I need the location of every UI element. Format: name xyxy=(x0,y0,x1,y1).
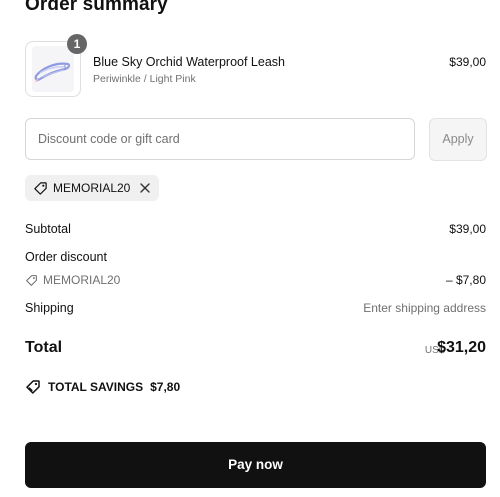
product-name: Blue Sky Orchid Waterproof Leash xyxy=(93,55,285,69)
tag-icon xyxy=(33,181,48,196)
order-summary-title: Order summary xyxy=(25,0,168,15)
product-price: $39,00 xyxy=(449,55,486,69)
discount-code-input[interactable] xyxy=(25,118,415,160)
total-label: Total xyxy=(25,339,63,356)
tag-icon xyxy=(25,274,38,287)
total-savings: TOTAL SAVINGS $7,80 xyxy=(25,379,180,395)
order-discount-code-text: MEMORIAL20 xyxy=(43,273,121,287)
shipping-value: Enter shipping address xyxy=(363,301,486,315)
total-savings-label: TOTAL SAVINGS xyxy=(48,380,144,394)
subtotal-value: $39,00 xyxy=(449,222,486,236)
remove-discount-close-icon[interactable] xyxy=(139,182,151,194)
apply-discount-button[interactable]: Apply xyxy=(429,118,487,161)
shipping-label: Shipping xyxy=(25,301,74,315)
applied-discount-chip: MEMORIAL20 xyxy=(25,175,160,201)
order-discount-value: – $7,80 xyxy=(445,273,486,287)
total-value: $31,20 xyxy=(437,339,486,356)
applied-discount-code: MEMORIAL20 xyxy=(53,181,131,195)
savings-tag-icon xyxy=(25,379,41,395)
leash-product-image xyxy=(32,46,74,92)
order-discount-code: MEMORIAL20 xyxy=(25,273,120,287)
subtotal-label: Subtotal xyxy=(25,222,71,236)
product-variant: Periwinkle / Light Pink xyxy=(93,73,196,85)
order-discount-label: Order discount xyxy=(25,250,107,264)
pay-now-button[interactable]: Pay now xyxy=(25,442,486,488)
total-savings-value: $7,80 xyxy=(150,380,181,394)
quantity-badge: 1 xyxy=(67,34,87,54)
